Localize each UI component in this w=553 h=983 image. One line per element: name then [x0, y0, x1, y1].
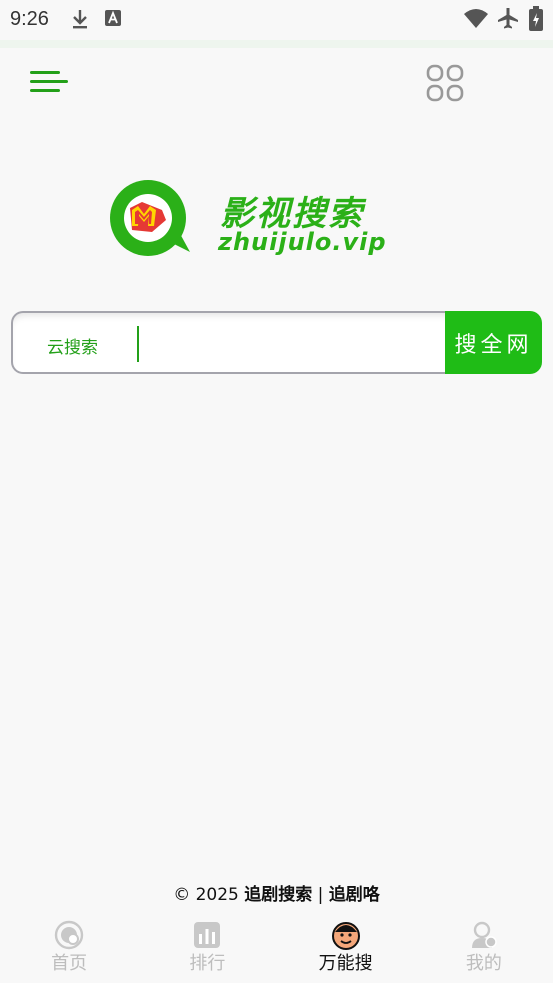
search-bar: 云搜索 搜全网 [11, 311, 542, 374]
nav-item-ranking[interactable]: 排行 [138, 912, 276, 983]
copyright-site-link[interactable]: 追剧搜索 [244, 885, 312, 905]
copyright-prefix: © 2025 [173, 885, 245, 905]
nav-label-ranking: 排行 [189, 953, 226, 974]
header-divider [0, 40, 553, 48]
menu-button[interactable] [28, 66, 70, 100]
nav-label-profile: 我的 [465, 953, 502, 974]
nav-label-home: 首页 [51, 953, 88, 974]
nav-item-profile[interactable]: 我的 [415, 912, 553, 983]
search-input[interactable] [137, 326, 447, 362]
copyright: © 2025 追剧搜索 | 追剧咯 [0, 880, 553, 905]
copyright-separator: | [312, 885, 329, 905]
nav-item-universal-search[interactable]: 万能搜 [277, 912, 415, 983]
copyright-site-link-2[interactable]: 追剧咯 [329, 885, 380, 905]
menu-icon [30, 71, 68, 92]
text-a-icon [105, 10, 121, 26]
search-engine-selector[interactable]: 云搜索 [47, 333, 98, 358]
profile-icon [471, 921, 497, 948]
ranking-icon [194, 922, 221, 948]
grid-icon [426, 64, 464, 102]
search-box: 云搜索 [11, 311, 447, 374]
status-time: 9:26 [10, 8, 49, 30]
nav-item-home[interactable]: 首页 [0, 912, 138, 983]
search-all-button[interactable]: 搜全网 [445, 311, 542, 374]
home-icon [54, 920, 84, 950]
wifi-icon [464, 9, 488, 28]
grid-button[interactable] [424, 62, 466, 104]
download-icon [73, 10, 87, 29]
search-face-icon [331, 922, 360, 950]
status-bar: 9:26 [0, 0, 553, 40]
logo-domain: zhuijulo.vip [218, 228, 387, 256]
battery-charging-icon [529, 6, 543, 31]
nav-label-universal-search: 万能搜 [318, 953, 373, 974]
bottom-nav: 首页 排行 万能搜 我的 [0, 912, 553, 983]
airplane-icon [498, 8, 518, 29]
